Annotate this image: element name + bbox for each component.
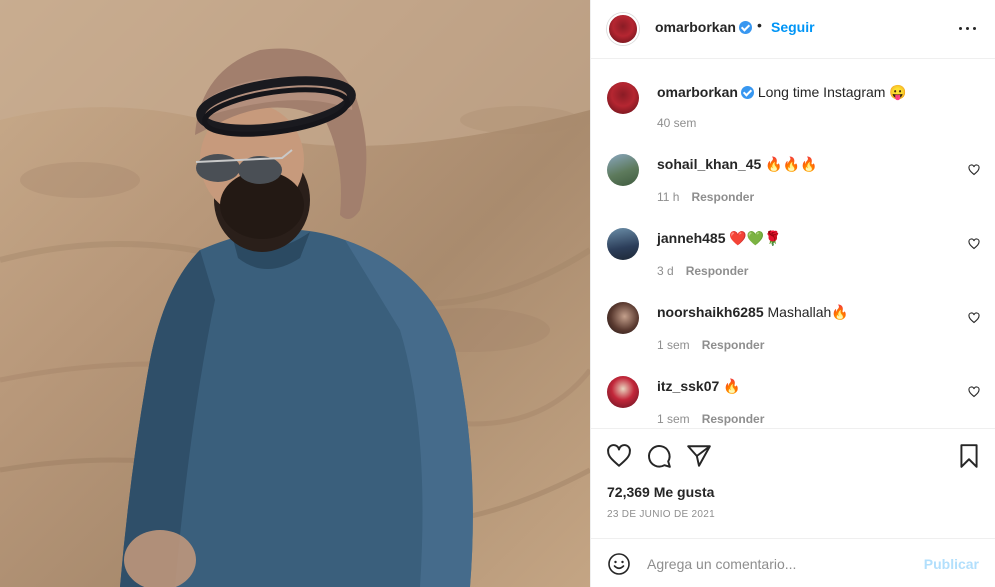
comment-text: ❤️💚🌹 [729, 230, 782, 246]
caption-text-line: omarborkan Long time Instagram 😛 [657, 84, 907, 101]
more-options-icon[interactable] [958, 18, 978, 38]
commenter-username[interactable]: noorshaikh6285 [657, 304, 764, 320]
author-username-text[interactable]: omarborkan [655, 19, 736, 35]
header-separator: • [757, 17, 762, 33]
save-bookmark-icon[interactable] [956, 443, 982, 469]
comment-bubble-icon[interactable] [646, 443, 672, 469]
caption-meta: 40 sem [657, 116, 696, 130]
emoji-smiley-icon[interactable] [607, 552, 631, 576]
author-username[interactable]: omarborkan [655, 19, 752, 35]
likes-count[interactable]: 72,369 Me gusta [607, 484, 714, 500]
commenter-avatar[interactable] [607, 302, 639, 334]
caption-author-username[interactable]: omarborkan [657, 84, 738, 100]
reply-button[interactable]: Responder [691, 190, 754, 204]
post-details-panel: omarborkan • Seguir omarborkan Long time… [590, 0, 995, 587]
post-header: omarborkan • Seguir [591, 0, 995, 59]
comment-text: 🔥🔥🔥 [765, 156, 818, 172]
like-comment-heart-icon[interactable] [968, 386, 980, 398]
caption-time[interactable]: 40 sem [657, 116, 696, 130]
comment-text: 🔥 [723, 378, 741, 394]
post-date[interactable]: 23 DE JUNIO DE 2021 [607, 509, 715, 520]
comment-meta: 3 d Responder [657, 264, 748, 278]
comment-time[interactable]: 11 h [657, 190, 679, 204]
post-photo[interactable] [0, 0, 590, 587]
comment-meta: 1 sem Responder [657, 412, 764, 426]
comment-meta: 11 h Responder [657, 190, 754, 204]
publish-button[interactable]: Publicar [924, 556, 979, 572]
comment-input[interactable] [647, 552, 907, 576]
comment-time[interactable]: 1 sem [657, 412, 690, 426]
commenter-username[interactable]: sohail_khan_45 [657, 156, 761, 172]
like-comment-heart-icon[interactable] [968, 164, 980, 176]
comment-time[interactable]: 3 d [657, 264, 674, 278]
commenter-username[interactable]: janneh485 [657, 230, 725, 246]
verified-badge-icon [740, 86, 754, 99]
post-photo-illustration [0, 0, 590, 587]
commenter-avatar[interactable] [607, 228, 639, 260]
comment-text-line: noorshaikh6285 Mashallah🔥 [657, 304, 849, 321]
comment-meta: 1 sem Responder [657, 338, 764, 352]
commenter-avatar[interactable] [607, 154, 639, 186]
commenter-username[interactable]: itz_ssk07 [657, 378, 719, 394]
reply-button[interactable]: Responder [686, 264, 749, 278]
post-actions: 72,369 Me gusta 23 DE JUNIO DE 2021 [591, 428, 995, 533]
like-comment-heart-icon[interactable] [968, 312, 980, 324]
caption-text: Long time Instagram 😛 [757, 84, 907, 100]
add-comment-bar: Publicar [591, 538, 995, 587]
like-comment-heart-icon[interactable] [968, 238, 980, 250]
share-paper-plane-icon[interactable] [686, 443, 712, 469]
reply-button[interactable]: Responder [702, 338, 765, 352]
commenter-avatar[interactable] [607, 376, 639, 408]
reply-button[interactable]: Responder [702, 412, 765, 426]
comment-text-line: janneh485 ❤️💚🌹 [657, 230, 782, 247]
like-heart-icon[interactable] [606, 443, 632, 469]
caption-author-avatar[interactable] [607, 82, 639, 114]
comment-text: Mashallah🔥 [767, 304, 849, 320]
comment-text-line: sohail_khan_45 🔥🔥🔥 [657, 156, 817, 173]
verified-badge-icon [738, 21, 752, 34]
comment-time[interactable]: 1 sem [657, 338, 690, 352]
comments-list[interactable]: omarborkan Long time Instagram 😛 40 sem … [591, 60, 995, 428]
comment-text-line: itz_ssk07 🔥 [657, 378, 741, 395]
author-avatar[interactable] [607, 13, 639, 45]
follow-button[interactable]: Seguir [771, 19, 815, 35]
